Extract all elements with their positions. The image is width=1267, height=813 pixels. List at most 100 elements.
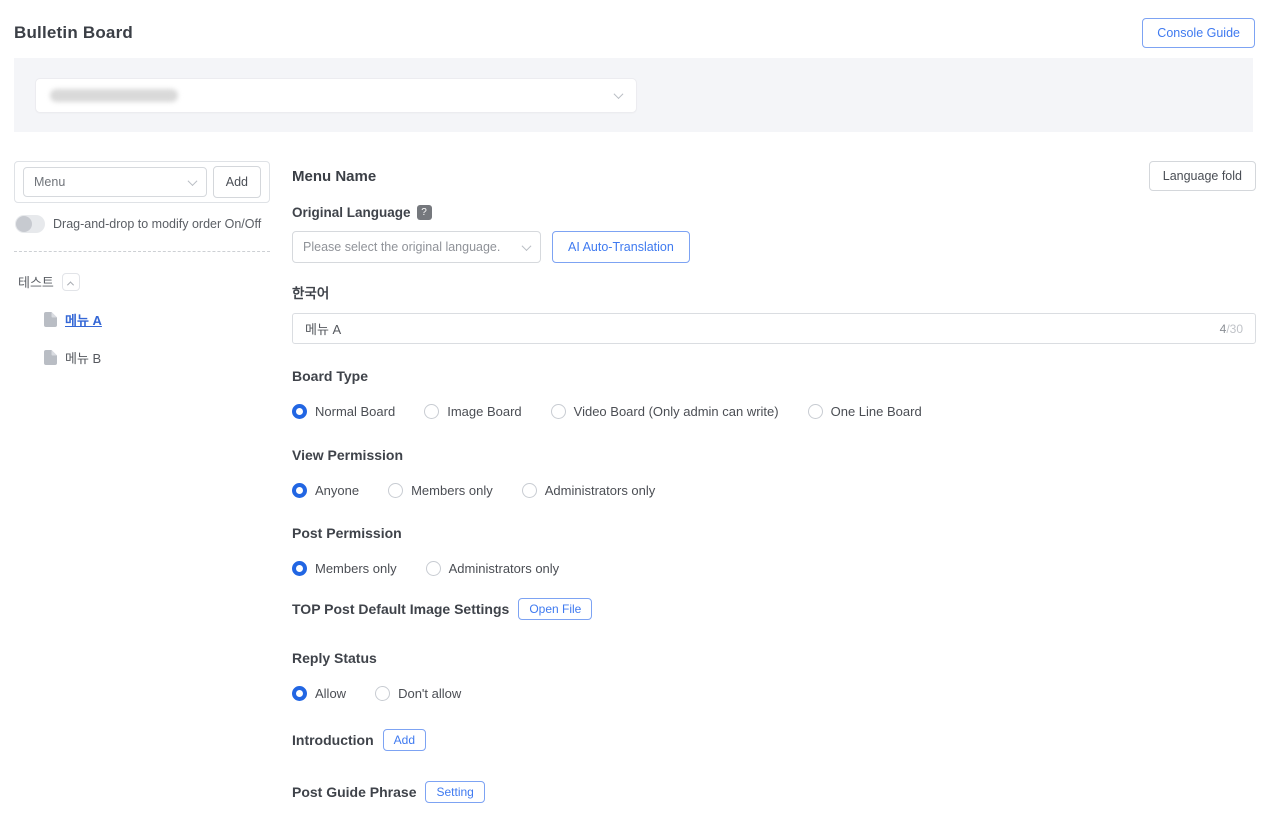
sidebar-divider [14,251,270,252]
site-selector-dropdown[interactable] [35,78,637,113]
post-permission-section: Post Permission Members only Administrato… [292,525,1256,576]
radio-option[interactable]: Image Board [424,404,521,419]
tree-item-label: 메뉴 A [65,310,102,329]
introduction-section: Introduction Add [292,729,1256,751]
radio-option[interactable]: Normal Board [292,404,395,419]
tree-group-label: 테스트 [18,272,54,291]
radio-selected-icon[interactable] [292,686,307,701]
radio-option-label: Image Board [447,404,521,419]
radio-option-label: Administrators only [449,561,560,576]
view-permission-label: View Permission [292,447,1256,463]
radio-option-label: One Line Board [831,404,922,419]
original-language-label: Original Language [292,205,411,220]
radio-option[interactable]: Anyone [292,483,359,498]
chevron-down-icon [522,241,532,251]
original-language-select[interactable]: Please select the original language. [292,231,541,263]
radio-unselected-icon[interactable] [808,404,823,419]
bulletin-board-page: Bulletin Board Console Guide Menu Add Dr… [0,0,1267,813]
korean-label: 한국어 [292,282,1256,302]
board-type-options: Normal Board Image Board Video Board (Only… [292,404,1256,419]
radio-unselected-icon[interactable] [424,404,439,419]
original-language-select-placeholder: Please select the original language. [303,240,500,254]
radio-unselected-icon[interactable] [522,483,537,498]
post-guide-phrase-section: Post Guide Phrase Setting [292,781,1256,803]
tree-group-row[interactable]: 테스트 [14,272,270,291]
radio-option-label: Allow [315,686,346,701]
tree-item-menu-a[interactable]: 메뉴 A [44,310,270,329]
post-guide-phrase-label: Post Guide Phrase [292,784,416,800]
menu-type-select[interactable]: Menu [23,167,207,197]
file-icon [44,312,57,327]
radio-option-label: Video Board (Only admin can write) [574,404,779,419]
radio-option-label: Don't allow [398,686,461,701]
site-selector-panel [14,58,1253,132]
menu-tree: 테스트 메뉴 A 메뉴 B [14,272,270,367]
top-post-image-section: TOP Post Default Image Settings Open Fil… [292,598,1256,620]
chevron-down-icon [614,89,624,99]
open-file-button[interactable]: Open File [518,598,592,620]
original-language-controls: Please select the original language. AI … [292,231,1256,263]
view-permission-section: View Permission Anyone Members only Admini… [292,447,1256,498]
menu-name-heading: Menu Name [292,168,376,185]
top-post-image-label: TOP Post Default Image Settings [292,601,509,617]
chevron-down-icon [187,176,197,186]
ai-auto-translation-button[interactable]: AI Auto-Translation [552,231,690,263]
radio-option-label: Administrators only [545,483,656,498]
view-permission-options: Anyone Members only Administrators only [292,483,1256,498]
radio-option-label: Members only [315,561,397,576]
drag-order-toggle-row: Drag-and-drop to modify order On/Off [14,215,270,233]
drag-order-toggle[interactable] [15,215,45,233]
post-guide-setting-button[interactable]: Setting [425,781,484,803]
redacted-site-name [50,89,178,102]
radio-selected-icon[interactable] [292,404,307,419]
radio-unselected-icon[interactable] [388,483,403,498]
drag-order-toggle-label: Drag-and-drop to modify order On/Off [53,217,261,231]
main-header: Menu Name Language fold [292,161,1256,191]
radio-option[interactable]: Allow [292,686,346,701]
language-fold-button[interactable]: Language fold [1149,161,1256,191]
radio-selected-icon[interactable] [292,483,307,498]
chevron-up-icon [67,281,74,288]
content-area: Menu Add Drag-and-drop to modify order O… [0,161,1267,803]
menu-add-box: Menu Add [14,161,270,203]
top-header: Bulletin Board Console Guide [0,0,1267,58]
radio-option[interactable]: Don't allow [375,686,461,701]
page-title: Bulletin Board [14,23,133,43]
radio-unselected-icon[interactable] [375,686,390,701]
introduction-add-button[interactable]: Add [383,729,426,751]
reply-status-section: Reply Status Allow Don't allow [292,650,1256,701]
radio-selected-icon[interactable] [292,561,307,576]
char-counter: 4/30 [1220,322,1243,336]
radio-option[interactable]: Members only [292,561,397,576]
reply-status-label: Reply Status [292,650,1256,666]
tree-item-menu-b[interactable]: 메뉴 B [44,348,270,367]
add-menu-button[interactable]: Add [213,166,261,198]
radio-option-label: Members only [411,483,493,498]
menu-name-input-value: 메뉴 A [305,319,341,338]
radio-option[interactable]: Members only [388,483,493,498]
radio-option[interactable]: Administrators only [426,561,560,576]
menu-type-select-value: Menu [34,175,65,189]
file-icon [44,350,57,365]
reply-status-options: Allow Don't allow [292,686,1256,701]
radio-unselected-icon[interactable] [551,404,566,419]
introduction-label: Introduction [292,732,374,748]
post-permission-label: Post Permission [292,525,1256,541]
menu-settings-main: Menu Name Language fold Original Languag… [292,161,1256,803]
radio-unselected-icon[interactable] [426,561,441,576]
radio-option[interactable]: Video Board (Only admin can write) [551,404,779,419]
post-permission-options: Members only Administrators only [292,561,1256,576]
console-guide-button[interactable]: Console Guide [1142,18,1255,48]
original-language-row: Original Language ? [292,205,1256,220]
menu-name-input[interactable]: 메뉴 A 4/30 [292,313,1256,344]
collapse-icon[interactable] [62,273,80,291]
menu-sidebar: Menu Add Drag-and-drop to modify order O… [14,161,270,367]
tree-item-label: 메뉴 B [65,348,101,367]
board-type-section: Board Type Normal Board Image Board Video … [292,368,1256,419]
radio-option[interactable]: Administrators only [522,483,656,498]
radio-option-label: Anyone [315,483,359,498]
radio-option-label: Normal Board [315,404,395,419]
board-type-label: Board Type [292,368,1256,384]
help-icon[interactable]: ? [417,205,432,220]
radio-option[interactable]: One Line Board [808,404,922,419]
